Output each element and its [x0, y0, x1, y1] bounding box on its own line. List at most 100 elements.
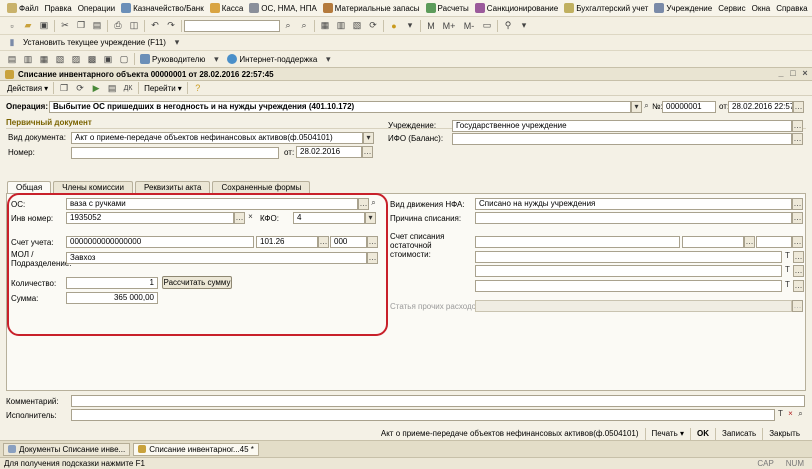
actions-menu[interactable]: Действия ▾: [4, 81, 51, 95]
institution-field[interactable]: Государственное учреждение: [452, 120, 792, 132]
refresh-icon[interactable]: ⟳: [73, 81, 87, 95]
menu-help[interactable]: Справка: [773, 1, 810, 16]
movement-field[interactable]: Списано на нужды учреждения: [475, 198, 792, 210]
subconto-2-type-icon[interactable]: T: [782, 265, 793, 277]
ifo-field[interactable]: [452, 133, 792, 145]
subconto-1-type-icon[interactable]: T: [782, 251, 793, 263]
subconto-3-select-icon[interactable]: …: [793, 280, 804, 292]
doc-date-field[interactable]: 28.02.2016: [296, 146, 362, 158]
paste-icon[interactable]: ▤: [90, 19, 104, 33]
residual-account-select-icon[interactable]: …: [744, 236, 755, 248]
tools-icon[interactable]: ⚲: [501, 19, 515, 33]
print-icon[interactable]: ⎙: [111, 19, 125, 33]
menu-sanction[interactable]: Санкционирование: [472, 1, 561, 16]
refresh-icon[interactable]: ⟳: [366, 19, 380, 33]
tab-saved-forms[interactable]: Сохраненные формы: [212, 181, 311, 193]
memory-mminus-icon[interactable]: M-: [460, 19, 478, 33]
doc-num-field[interactable]: [71, 147, 279, 159]
undo-icon[interactable]: ↶: [148, 19, 162, 33]
dropdown-icon[interactable]: ▾: [403, 19, 417, 33]
subconto-2-select-icon[interactable]: …: [793, 265, 804, 277]
redo-icon[interactable]: ↷: [164, 19, 178, 33]
residual-account-code-field[interactable]: [475, 236, 680, 248]
movements-icon[interactable]: ▤: [105, 81, 119, 95]
list-icon[interactable]: ▦: [37, 52, 51, 66]
save-button[interactable]: Записать: [718, 429, 760, 438]
search-icon[interactable]: ⌕: [281, 19, 295, 33]
close-button[interactable]: Закрыть: [765, 429, 804, 438]
go-menu[interactable]: Перейти ▾: [141, 81, 185, 95]
report-icon[interactable]: ▩: [85, 52, 99, 66]
menu-cash[interactable]: Касса: [207, 1, 247, 16]
reason-select-icon[interactable]: …: [792, 212, 803, 224]
menu-institution[interactable]: Учреждение: [651, 1, 715, 16]
register-icon[interactable]: ▥: [21, 52, 35, 66]
doc-date-picker-icon[interactable]: …: [362, 146, 373, 158]
menu-materials[interactable]: Материальные запасы: [320, 1, 423, 16]
maximize-icon[interactable]: □: [788, 69, 798, 79]
new-doc-icon[interactable]: ▫: [5, 19, 19, 33]
table-icon[interactable]: ▧: [53, 52, 67, 66]
residual-account-ext-field[interactable]: [756, 236, 792, 248]
info-icon[interactable]: ●: [387, 19, 401, 33]
memory-mplus-icon[interactable]: M+: [440, 19, 458, 33]
menu-fixed-assets[interactable]: ОС, НМА, НПА: [246, 1, 320, 16]
reason-field[interactable]: [475, 212, 792, 224]
save-icon[interactable]: ▣: [37, 19, 51, 33]
find-icon[interactable]: ⌕: [297, 19, 311, 33]
help-icon[interactable]: ?: [191, 81, 205, 95]
executor-field[interactable]: [71, 409, 775, 421]
taskbar-writeoff-tab[interactable]: Списание инвентарног...45 *: [133, 442, 259, 456]
journal-icon[interactable]: ▤: [5, 52, 19, 66]
more-icon[interactable]: ▾: [170, 36, 184, 50]
menu-operations[interactable]: Операции: [75, 1, 118, 16]
set-institution-button[interactable]: Установить текущее учреждение (F11): [20, 35, 169, 50]
more-icon[interactable]: ▾: [321, 52, 335, 66]
toolbar-search-input[interactable]: [184, 19, 280, 32]
operation-field[interactable]: Выбытие ОС пришедших в негодность и на н…: [49, 101, 631, 113]
number-field[interactable]: 00000001: [662, 101, 716, 113]
copy-doc-icon[interactable]: ❐: [57, 81, 71, 95]
menu-service[interactable]: Сервис: [715, 1, 748, 16]
date-field[interactable]: 28.02.2016 22:57:45: [728, 101, 793, 113]
minimize-icon[interactable]: _: [776, 69, 786, 79]
menu-edit[interactable]: Правка: [42, 1, 75, 16]
date-picker-icon[interactable]: …: [793, 101, 804, 113]
chart-icon[interactable]: ▨: [69, 52, 83, 66]
tab-commission[interactable]: Члены комиссии: [53, 181, 133, 193]
tab-act-details[interactable]: Реквизиты акта: [134, 181, 211, 193]
memory-clear-icon[interactable]: ▭: [480, 19, 494, 33]
close-icon[interactable]: ×: [800, 69, 810, 79]
calendar-icon[interactable]: ▥: [334, 19, 348, 33]
memory-m-icon[interactable]: M: [424, 19, 438, 33]
cash-register-icon[interactable]: ▧: [350, 19, 364, 33]
doc-type-dropdown-icon[interactable]: ▾: [363, 132, 374, 144]
menu-accounting[interactable]: Бухгалтерский учет: [561, 1, 651, 16]
more-icon[interactable]: ▾: [517, 19, 531, 33]
calculator-icon[interactable]: ▦: [318, 19, 332, 33]
ifo-select-icon[interactable]: …: [792, 133, 803, 145]
menu-settlements[interactable]: Расчеты: [423, 1, 472, 16]
residual-account-number-field[interactable]: [682, 236, 744, 248]
more-icon[interactable]: ▾: [209, 52, 223, 66]
structure-icon[interactable]: ▢: [117, 52, 131, 66]
print-form-link[interactable]: Акт о приеме-передаче объектов нефинансо…: [377, 429, 643, 438]
preview-icon[interactable]: ◫: [127, 19, 141, 33]
support-button[interactable]: Интернет-поддержка: [224, 52, 320, 67]
print-menu[interactable]: Печать ▾: [648, 429, 688, 438]
menu-treasury[interactable]: Казначейство/Банк: [118, 1, 207, 16]
operation-search-icon[interactable]: ⌕: [641, 101, 652, 113]
cut-icon[interactable]: ✂: [58, 19, 72, 33]
menu-windows[interactable]: Окна: [749, 1, 774, 16]
taskbar-documents-tab[interactable]: Документы Списание инве...: [3, 442, 131, 456]
subconto-1-select-icon[interactable]: …: [793, 251, 804, 263]
subconto-1-field[interactable]: [475, 251, 782, 263]
doc-type-field[interactable]: Акт о приеме-передаче объектов нефинансо…: [71, 132, 363, 144]
subconto-3-type-icon[interactable]: T: [782, 280, 793, 292]
settings-icon[interactable]: ▣: [101, 52, 115, 66]
post-icon[interactable]: ▶: [89, 81, 103, 95]
open-folder-icon[interactable]: ▰: [21, 19, 35, 33]
executor-search-icon[interactable]: ⌕: [795, 409, 806, 421]
dt-kt-icon[interactable]: ДК: [121, 81, 135, 95]
movement-select-icon[interactable]: …: [792, 198, 803, 210]
